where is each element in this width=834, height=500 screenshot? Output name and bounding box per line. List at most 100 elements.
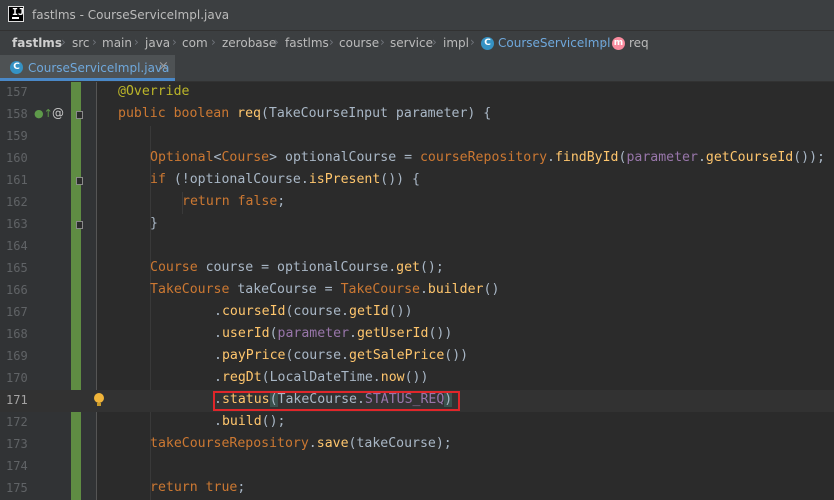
line-number: 172 [6, 415, 28, 429]
close-icon[interactable]: × [158, 59, 169, 74]
code-token: false [237, 194, 278, 209]
annotation-at-icon[interactable]: @ [52, 106, 64, 120]
code-token: course = optionalCourse. [197, 260, 397, 275]
line-number: 174 [6, 459, 28, 473]
line-number: 173 [6, 437, 28, 451]
code-token: . [214, 348, 222, 363]
window-title: fastlms - CourseServiceImpl.java [32, 8, 230, 22]
code-token: . [214, 414, 222, 429]
code-line: 163 } [0, 214, 834, 236]
code-token: takeCourseRepository [150, 436, 309, 451]
code-token: builder [427, 282, 484, 297]
code-line: 165 Course course = optionalCourse.get()… [0, 258, 834, 280]
code-token: } [150, 216, 158, 231]
code-token: payPrice [221, 348, 286, 363]
code-token: public [118, 106, 166, 121]
breadcrumb-item-class[interactable]: CourseServiceImpl [498, 36, 610, 50]
breadcrumb-item-main[interactable]: main [102, 36, 132, 50]
code-token: TakeCourse [150, 282, 230, 297]
breadcrumb-item-course[interactable]: course [339, 36, 379, 50]
breadcrumb-item-service[interactable]: service [390, 36, 433, 50]
code-line: 175 return true; [0, 478, 834, 500]
code-line: 161 if (!optionalCourse.isPresent()) { [0, 170, 834, 192]
breadcrumb-item-method[interactable]: req [629, 36, 649, 50]
line-number: 164 [6, 239, 28, 253]
code-token: ( [269, 326, 278, 341]
code-line: 174 [0, 456, 834, 478]
code-token: save [316, 436, 349, 451]
lightbulb-icon[interactable] [94, 393, 104, 407]
editor-tab-bar: C CourseServiceImpl.java × [0, 55, 834, 82]
line-number: 162 [6, 195, 28, 209]
breadcrumb: fastlms › src › main › java › com › zero… [0, 30, 834, 56]
breadcrumb-item-fastlms[interactable]: fastlms [285, 36, 329, 50]
code-line: 159 [0, 126, 834, 148]
class-icon: C [481, 37, 494, 50]
code-line: 164 [0, 236, 834, 258]
code-token: ()) [388, 304, 413, 319]
title-bar: IJ fastlms - CourseServiceImpl.java [0, 0, 834, 30]
code-token: parameter [277, 326, 350, 341]
line-number: 163 [6, 217, 28, 231]
code-token: true [205, 480, 238, 495]
code-token: @Override [118, 84, 190, 99]
code-line: 162 return false; [0, 192, 834, 214]
code-line: 170 .regDt(LocalDateTime.now()) [0, 368, 834, 390]
code-token: (course. [285, 348, 350, 363]
breadcrumb-item-com[interactable]: com [182, 36, 208, 50]
chevron-right-icon: › [92, 35, 97, 49]
breadcrumb-item-src[interactable]: src [72, 36, 90, 50]
code-token: getCourseId [705, 150, 794, 165]
code-token: ; [237, 480, 246, 495]
code-token: ()); [793, 150, 825, 165]
code-token: req [237, 106, 261, 121]
code-token: ()) [404, 370, 429, 385]
chevron-right-icon: › [470, 35, 475, 49]
code-token: (course. [285, 304, 350, 319]
code-editor[interactable]: 157 @Override 158 ●↑ @ public boolean re… [0, 82, 834, 500]
tab-courseserviceimpl[interactable]: C CourseServiceImpl.java × [0, 55, 175, 81]
override-arrow-icon[interactable]: ●↑ [34, 107, 53, 120]
breadcrumb-item-java[interactable]: java [145, 36, 170, 50]
code-token: isPresent [308, 172, 381, 187]
code-line: 169 .payPrice(course.getSalePrice()) [0, 346, 834, 368]
line-number: 169 [6, 349, 28, 363]
breadcrumb-item-impl[interactable]: impl [443, 36, 469, 50]
code-token: ; [277, 194, 286, 209]
chevron-right-icon: › [380, 35, 385, 49]
code-line: 160 Optional<Course> optionalCourse = co… [0, 148, 834, 170]
chevron-right-icon: › [329, 35, 334, 49]
code-token: (TakeCourseInput parameter) { [260, 106, 492, 121]
chevron-right-icon: › [211, 35, 216, 49]
line-number: 168 [6, 327, 28, 341]
chevron-right-icon: › [61, 35, 66, 49]
chevron-right-icon: › [274, 35, 279, 49]
code-token: takeCourse = [229, 282, 341, 297]
method-icon: m [612, 37, 625, 50]
code-token: build [221, 414, 262, 429]
code-token: parameter [626, 150, 698, 165]
code-line: 172 .build(); [0, 412, 834, 434]
line-number: 171 [6, 393, 28, 407]
code-token: getSalePrice [349, 348, 445, 363]
code-token: ()) [444, 348, 469, 363]
code-token: () [483, 282, 500, 297]
fold-marker-icon[interactable] [76, 177, 83, 185]
breadcrumb-item-zerobase[interactable]: zerobase [222, 36, 276, 50]
highlight-box [213, 391, 460, 411]
chevron-right-icon: › [432, 35, 437, 49]
code-token: getUserId [356, 326, 429, 341]
chevron-right-icon: › [172, 35, 177, 49]
fold-marker-icon[interactable] [76, 111, 83, 119]
code-token: Optional [150, 150, 214, 165]
code-line: 157 @Override [0, 82, 834, 104]
code-token: . [214, 304, 222, 319]
fold-marker-icon[interactable] [76, 221, 83, 229]
code-token: (LocalDateTime. [261, 370, 381, 385]
line-number: 166 [6, 283, 28, 297]
line-number: 158 [6, 107, 28, 121]
code-token: (!optionalCourse. [165, 172, 309, 187]
code-token: > optionalCourse = [269, 150, 420, 165]
code-token: now [380, 370, 405, 385]
breadcrumb-item-project[interactable]: fastlms [12, 36, 62, 50]
